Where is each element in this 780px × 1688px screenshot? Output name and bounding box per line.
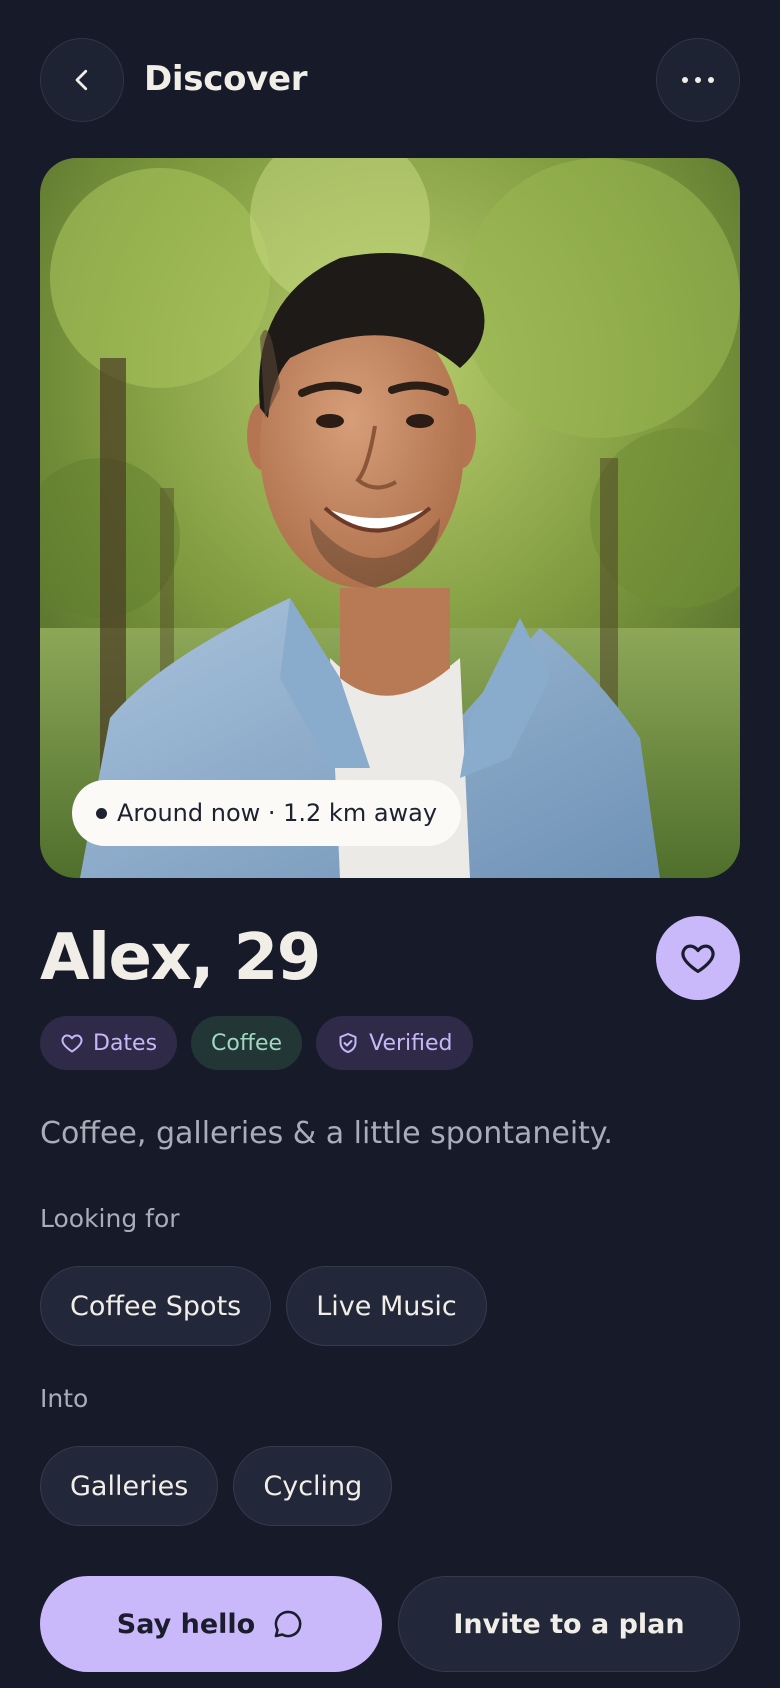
looking-for-chips: Coffee Spots Live Music [40,1266,487,1346]
profile-bio: Coffee, galleries & a little spontaneity… [40,1116,613,1151]
chip-coffee-spots[interactable]: Coffee Spots [40,1266,272,1346]
chevron-left-icon [75,69,88,91]
online-dot-icon [96,807,107,819]
tag-coffee: Coffee [191,1016,303,1070]
tag-label: Coffee [211,1030,283,1056]
chip-live-music[interactable]: Live Music [286,1266,487,1346]
profile-tags: Dates Coffee Verified [40,1016,473,1070]
into-chips: Galleries Cycling [40,1446,393,1526]
page-title: Discover [144,59,308,99]
more-horizontal-icon [682,77,714,83]
presence-badge: Around now · 1.2 km away [72,780,462,846]
say-hello-label: Say hello [116,1608,256,1640]
shield-check-icon [339,1033,357,1053]
tag-label: Dates [93,1030,158,1056]
more-options-button[interactable] [656,38,740,122]
tag-verified: Verified [316,1016,473,1070]
say-hello-button[interactable]: Say hello [40,1576,382,1672]
invite-label: Invite to a plan [453,1608,685,1640]
heart-icon [681,944,715,974]
tag-dates: Dates [40,1016,178,1070]
chat-bubble-icon [274,1610,302,1638]
invite-to-plan-button[interactable]: Invite to a plan [398,1576,740,1672]
into-label: Into [40,1384,89,1413]
top-bar: Discover [40,38,740,122]
tag-label: Verified [369,1030,453,1056]
like-button[interactable] [656,916,740,1000]
chip-galleries[interactable]: Galleries [40,1446,219,1526]
looking-for-label: Looking for [40,1204,180,1233]
presence-text: Around now · 1.2 km away [117,799,438,827]
profile-photo[interactable]: Around now · 1.2 km away [40,158,740,878]
profile-photo-image [40,158,740,878]
back-button[interactable] [40,38,124,122]
chip-cycling[interactable]: Cycling [233,1446,393,1526]
profile-name-age: Alex, 29 [40,921,321,995]
heart-icon [61,1034,83,1053]
